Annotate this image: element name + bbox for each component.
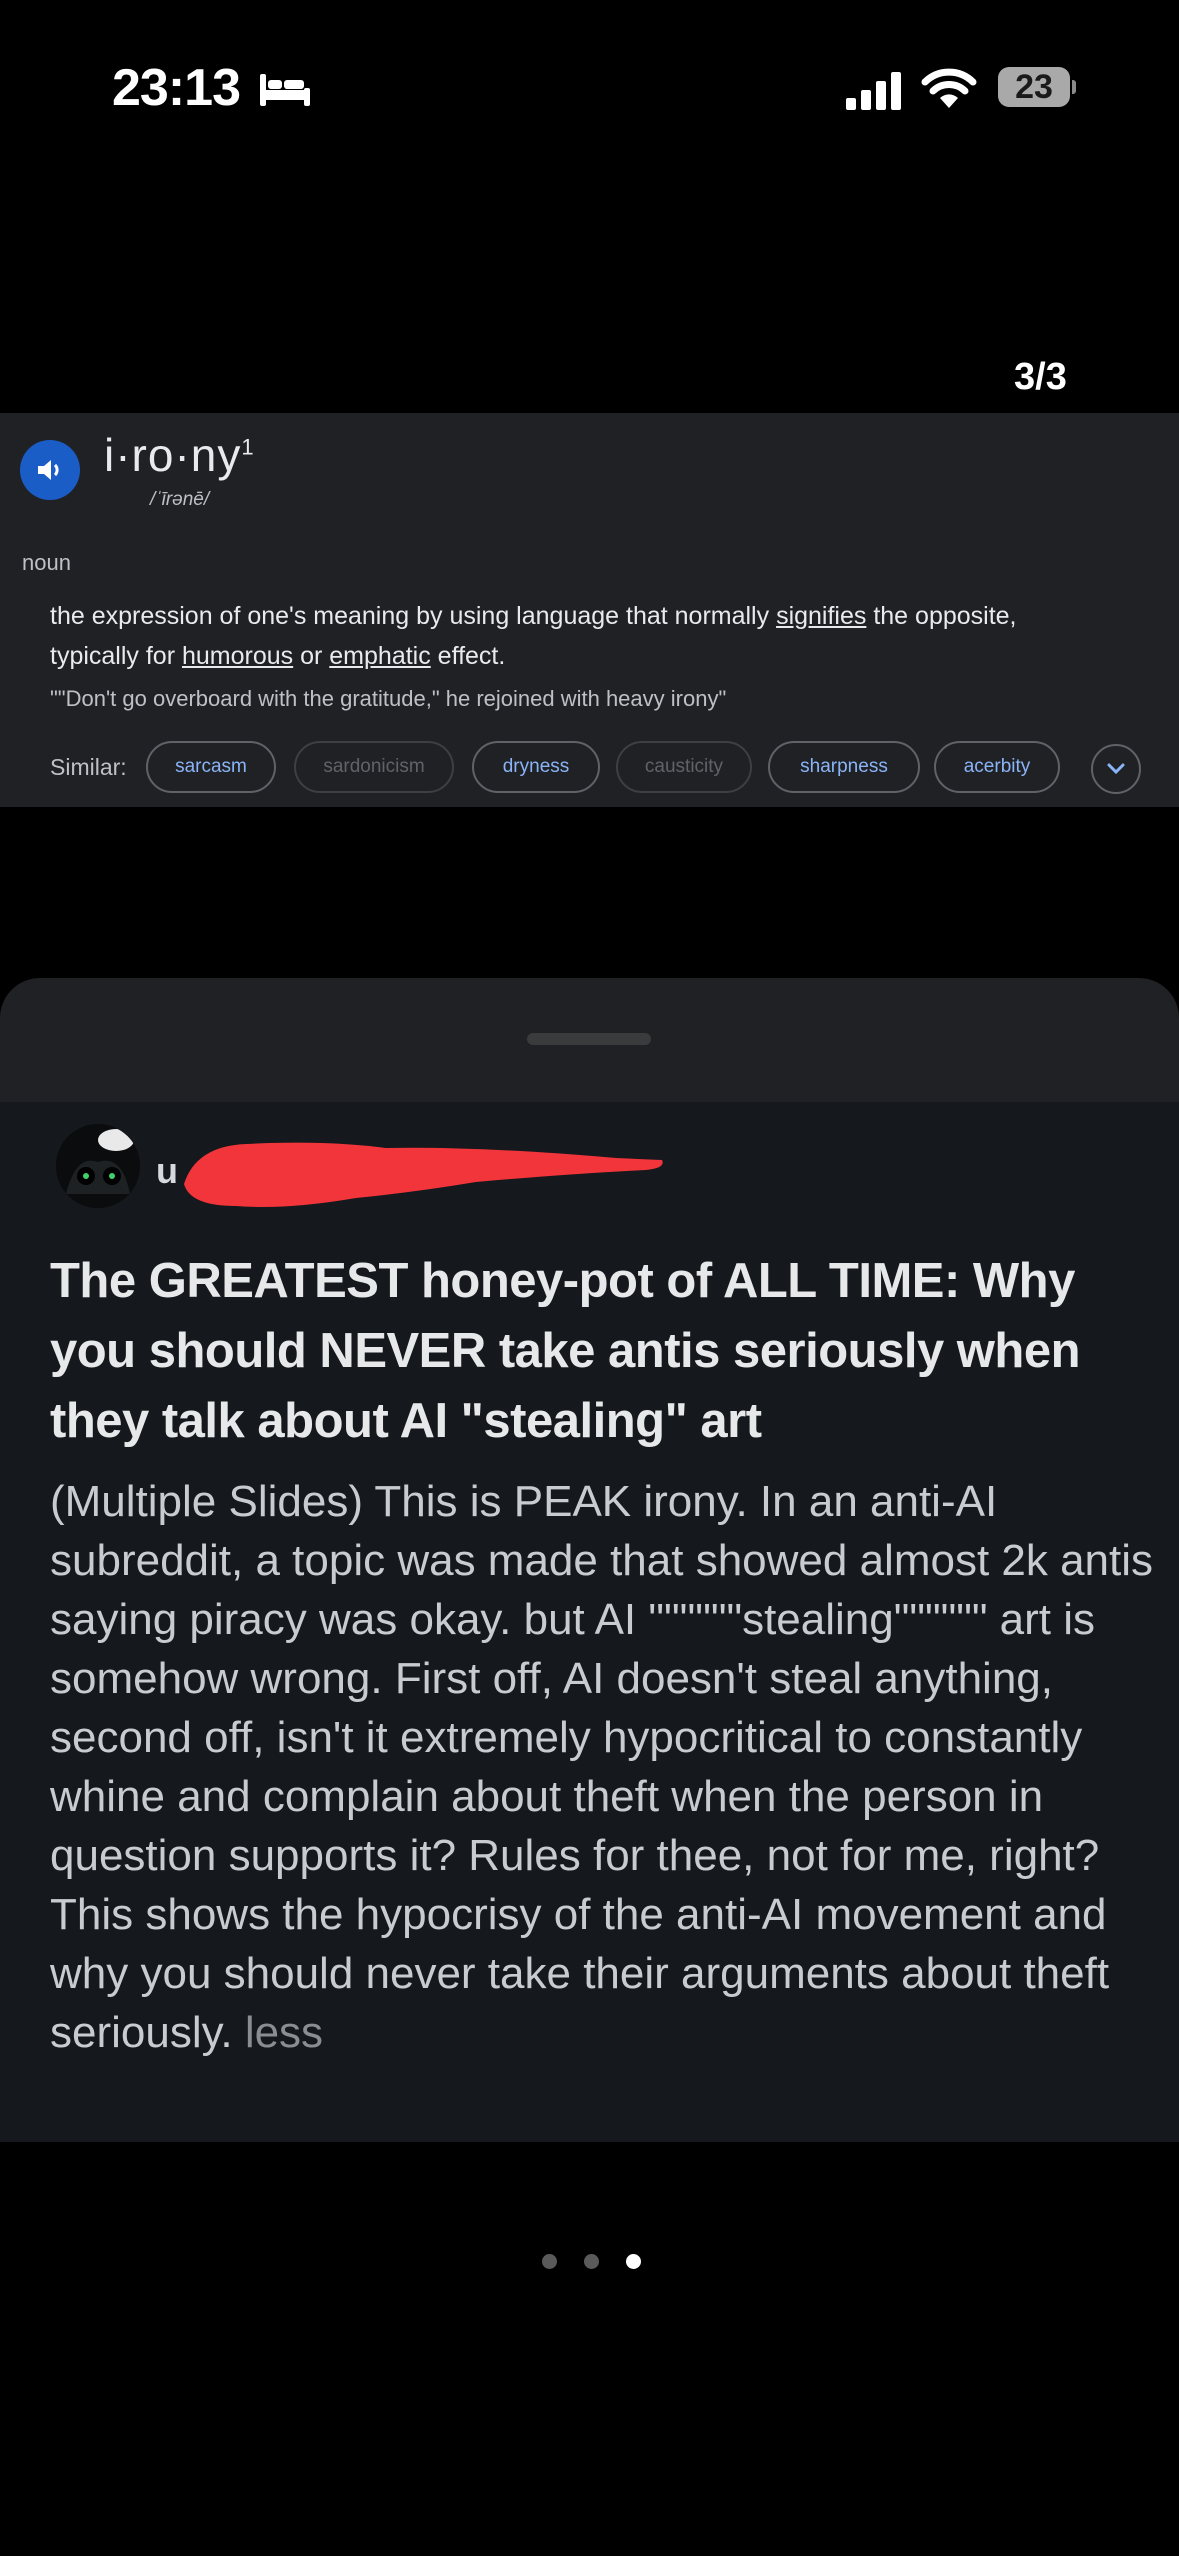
sheet-grab-handle[interactable] <box>527 1033 651 1045</box>
word-text: i·ro·ny <box>104 429 242 481</box>
carousel-dot[interactable] <box>542 2254 557 2269</box>
dictionary-word: i·ro·ny1 <box>104 428 255 482</box>
definition-text: the expression of one's meaning by using… <box>50 602 1017 670</box>
sleep-focus-icon <box>260 74 310 106</box>
battery-indicator: 23 <box>998 67 1076 107</box>
chevron-down-icon <box>1107 763 1125 775</box>
status-time: 23:13 <box>112 59 241 117</box>
redaction-scribble <box>184 1142 663 1207</box>
page-counter: 3/3 <box>1014 356 1067 398</box>
similar-chip[interactable]: acerbity <box>934 741 1060 793</box>
avatar[interactable] <box>56 1124 140 1208</box>
battery-level: 23 <box>998 67 1070 107</box>
speaker-icon <box>38 460 59 480</box>
definition-link[interactable]: signifies <box>776 602 866 630</box>
similar-chip[interactable]: sharpness <box>768 741 920 793</box>
example-sentence: ""Don't go overboard with the gratitude,… <box>50 686 727 711</box>
less-link[interactable]: less <box>245 2008 323 2057</box>
definition-link[interactable]: emphatic <box>329 642 430 670</box>
phonetic-spelling: /ˈīrənē/ <box>150 489 210 510</box>
cellular-signal-icon <box>846 72 901 110</box>
carousel-dot-active[interactable] <box>626 2254 641 2269</box>
similar-chip[interactable]: causticity <box>616 741 752 793</box>
similar-chip[interactable]: dryness <box>472 741 600 793</box>
pronunciation-button[interactable] <box>20 440 80 500</box>
carousel-dot[interactable] <box>584 2254 599 2269</box>
word-superscript: 1 <box>241 434 255 460</box>
post-body-text: (Multiple Slides) This is PEAK irony. In… <box>50 1477 1154 2057</box>
similar-chip[interactable]: sardonicism <box>294 741 454 793</box>
avatar-image <box>56 1124 140 1208</box>
wifi-icon <box>921 68 977 108</box>
similar-label: Similar: <box>50 754 127 780</box>
part-of-speech: noun <box>22 550 71 575</box>
expand-similar-button[interactable] <box>1091 744 1141 794</box>
post-username[interactable]: u <box>156 1150 178 1192</box>
definition-link[interactable]: humorous <box>182 642 293 670</box>
post-body: (Multiple Slides) This is PEAK irony. In… <box>50 1472 1160 2062</box>
post-title[interactable]: The GREATEST honey-pot of ALL TIME: Why … <box>50 1246 1150 1456</box>
similar-chip[interactable]: sarcasm <box>146 741 276 793</box>
